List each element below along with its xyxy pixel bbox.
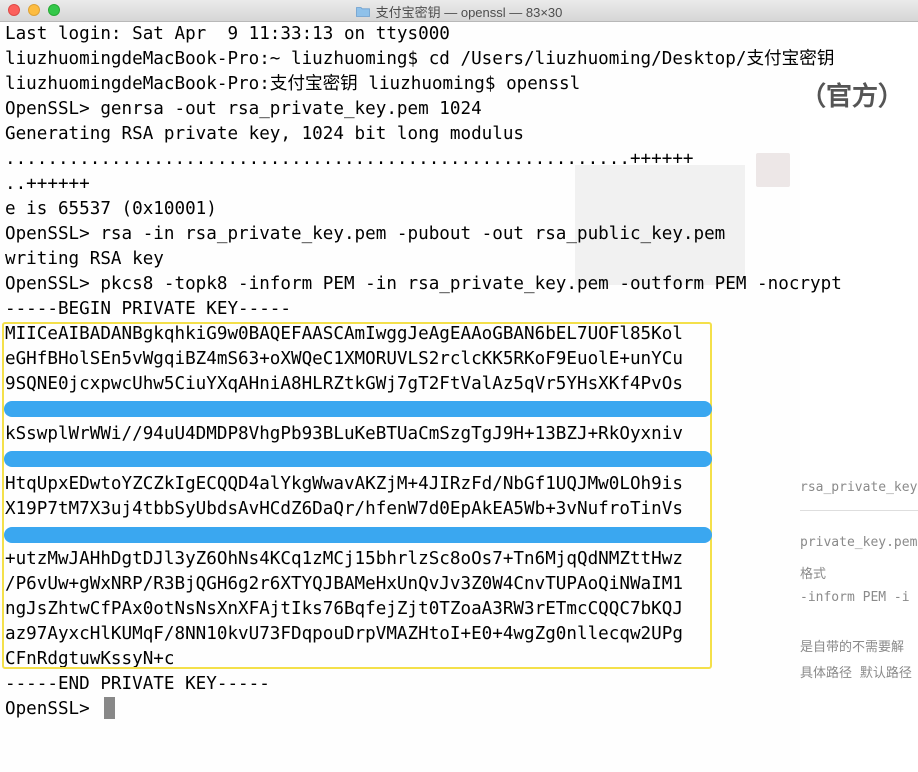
background-text-line: 是自带的不需要解 xyxy=(800,640,905,655)
terminal-line: Last login: Sat Apr 9 11:33:13 on ttys00… xyxy=(5,24,450,44)
redaction-bar xyxy=(4,451,712,467)
terminal-prompt[interactable]: OpenSSL> xyxy=(5,697,100,722)
terminal-window: （官方） rsa_private_key private_key.pem 格式 … xyxy=(0,0,918,772)
private-key-highlight-box xyxy=(2,322,712,669)
background-text-line: -inform PEM -i xyxy=(800,590,910,605)
background-text-line: 格式 xyxy=(800,567,827,582)
background-text-line: 具体路径 默认路径 xyxy=(800,666,912,681)
folder-icon xyxy=(355,6,370,17)
terminal-line: ........................................… xyxy=(5,149,694,169)
background-text-line: private_key.pem xyxy=(800,535,918,550)
background-heading: （官方） xyxy=(800,82,905,112)
terminal-line: Generating RSA private key, 1024 bit lon… xyxy=(5,124,525,144)
terminal-line: e is 65537 (0x10001) xyxy=(5,199,217,219)
terminal-line: writing RSA key xyxy=(5,249,164,269)
terminal-line: OpenSSL> rsa -in rsa_private_key.pem -pu… xyxy=(5,224,726,244)
terminal-line: -----BEGIN PRIVATE KEY----- xyxy=(5,299,291,319)
background-text-line: rsa_private_key xyxy=(800,480,918,495)
background-article xyxy=(800,22,918,772)
terminal-line: OpenSSL> pkcs8 -topk8 -inform PEM -in rs… xyxy=(5,274,842,294)
title-bar[interactable]: 支付宝密钥 — openssl — 83×30 xyxy=(0,0,918,22)
window-title: 支付宝密钥 — openssl — 83×30 xyxy=(375,4,563,20)
terminal-line: -----END PRIVATE KEY----- xyxy=(5,674,270,694)
terminal-line: liuzhuomingdeMacBook-Pro:支付宝密钥 liuzhuomi… xyxy=(5,74,581,94)
window-title-wrap: 支付宝密钥 — openssl — 83×30 xyxy=(0,0,918,22)
terminal-line: OpenSSL> genrsa -out rsa_private_key.pem… xyxy=(5,99,482,119)
background-divider xyxy=(800,510,918,511)
terminal-line: ..++++++ xyxy=(5,174,90,194)
terminal-line: liuzhuomingdeMacBook-Pro:~ liuzhuoming$ … xyxy=(5,49,835,69)
redaction-bar xyxy=(4,527,712,543)
redaction-bar xyxy=(4,401,712,417)
terminal-cursor xyxy=(104,697,115,719)
